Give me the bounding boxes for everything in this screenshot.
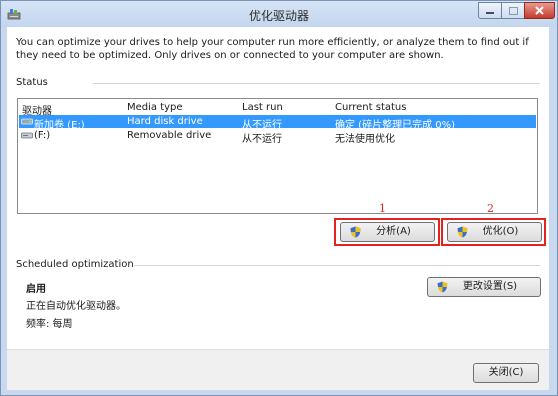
minimize-button[interactable] bbox=[478, 2, 502, 19]
optimize-drives-window: 优化驱动器 You can optimize your drives to he… bbox=[0, 0, 558, 396]
drive-media-type: Hard disk drive bbox=[127, 116, 203, 127]
analyze-button-label: 分析(A) bbox=[376, 226, 411, 237]
minimize-icon bbox=[486, 12, 494, 14]
maximize-icon bbox=[509, 7, 518, 15]
drives-list[interactable]: 驱动器 Media type Last run Current status 新… bbox=[17, 98, 538, 214]
drive-row-f[interactable]: (F:) Removable drive 从不运行 无法使用优化 bbox=[19, 129, 536, 145]
close-button-label: 关闭(C) bbox=[488, 367, 524, 378]
change-settings-button-label: 更改设置(S) bbox=[462, 281, 518, 292]
schedule-detail: 正在自动优化驱动器。 bbox=[26, 301, 126, 312]
drive-name: (F:) bbox=[34, 130, 51, 141]
removable-drive-icon bbox=[21, 132, 33, 139]
close-window-button[interactable] bbox=[524, 2, 555, 19]
annotation-marker-1: 1 bbox=[379, 202, 386, 215]
hard-disk-icon bbox=[21, 118, 33, 125]
title-bar[interactable]: 优化驱动器 bbox=[1, 1, 557, 27]
status-divider bbox=[93, 83, 540, 84]
column-header-current-status[interactable]: Current status bbox=[335, 102, 406, 113]
dialog-content: You can optimize your drives to help you… bbox=[7, 27, 549, 390]
analyze-button[interactable]: 分析(A) bbox=[340, 222, 435, 242]
description-text: You can optimize your drives to help you… bbox=[16, 37, 529, 61]
close-button[interactable]: 关闭(C) bbox=[473, 363, 539, 383]
close-icon bbox=[535, 6, 544, 15]
optimize-button-label: 优化(O) bbox=[482, 226, 519, 237]
drive-row-e[interactable]: 新加卷 (E:) Hard disk drive 从不运行 确定 (碎片整理已完… bbox=[19, 115, 536, 131]
status-section-label: Status bbox=[16, 77, 48, 88]
window-title: 优化驱动器 bbox=[248, 9, 309, 23]
scheduled-section-label: Scheduled optimization bbox=[16, 259, 134, 270]
drive-media-type: Removable drive bbox=[127, 130, 212, 141]
drive-last-run: 从不运行 bbox=[242, 134, 282, 145]
dialog-footer: 关闭(C) bbox=[7, 349, 549, 390]
column-header-last-run[interactable]: Last run bbox=[242, 102, 283, 113]
schedule-state: 启用 bbox=[26, 284, 46, 295]
annotation-marker-2: 2 bbox=[487, 202, 494, 215]
maximize-button[interactable] bbox=[501, 2, 525, 19]
change-settings-button[interactable]: 更改设置(S) bbox=[427, 277, 541, 297]
scheduled-divider bbox=[134, 265, 540, 266]
column-header-media-type[interactable]: Media type bbox=[127, 102, 183, 113]
drives-list-header: 驱动器 Media type Last run Current status bbox=[18, 99, 537, 117]
schedule-frequency: 频率: 每周 bbox=[26, 319, 73, 330]
drive-current-status: 无法使用优化 bbox=[335, 134, 395, 145]
optimize-button[interactable]: 优化(O) bbox=[447, 222, 542, 242]
